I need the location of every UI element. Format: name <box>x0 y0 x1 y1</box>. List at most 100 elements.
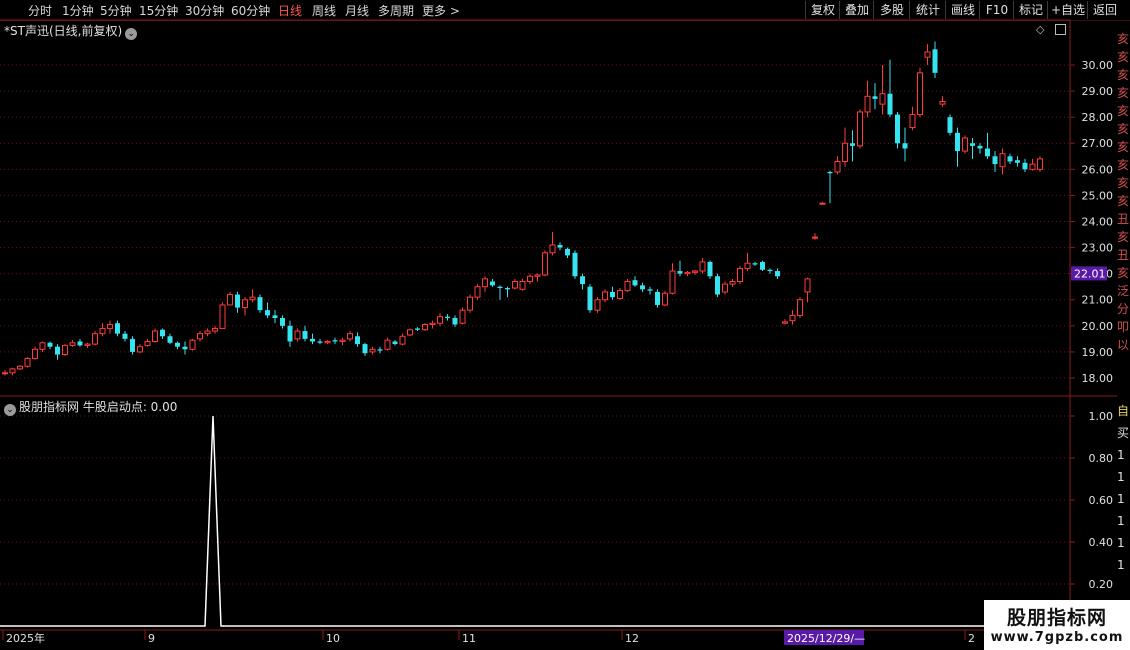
indicator-title: ⌄ 股朋指标网 牛股启动点: 0.00 <box>4 398 177 416</box>
candle-body <box>610 291 615 298</box>
candle-body <box>594 299 601 311</box>
price-tick-label: 28.00 <box>1082 111 1114 124</box>
right-value: 1 <box>1117 536 1125 550</box>
right-value: 自 <box>1117 404 1130 418</box>
indicator-tick-label: 0.80 <box>1089 452 1114 465</box>
candle-body <box>39 342 46 350</box>
candle-body <box>647 289 653 291</box>
candle-body <box>699 261 706 272</box>
candle-body <box>24 357 31 367</box>
candle-body <box>99 327 106 335</box>
candle-body <box>527 275 533 282</box>
price-tick-label: 20.00 <box>1082 320 1114 333</box>
candle-body <box>9 368 16 374</box>
price-tick-label: 23.00 <box>1082 242 1114 255</box>
candle-body <box>362 344 368 354</box>
candle-body <box>962 137 968 152</box>
candle-body <box>992 156 998 165</box>
candle-body <box>797 299 803 316</box>
candle-body <box>1037 158 1043 170</box>
candle-body <box>895 114 900 144</box>
candle-body <box>850 143 855 146</box>
candle-body <box>242 299 248 309</box>
date-highlight-label: 2025/12/29/— <box>787 632 865 645</box>
candle-body <box>789 314 796 322</box>
diamond-icon[interactable]: ◇ <box>1036 23 1044 36</box>
candle-body <box>512 280 518 289</box>
chevron-down-icon[interactable]: ⌄ <box>125 28 138 40</box>
candle-body <box>257 297 263 311</box>
candle-body <box>107 324 113 329</box>
candle-body <box>917 72 923 116</box>
candle-body <box>827 171 833 174</box>
right-side-panel: 亥亥亥亥亥亥亥亥亥亥丑亥丑亥泛分叩以 <box>1117 32 1130 352</box>
indicator-name-label: 股朋指标网 牛股启动点: 0.00 <box>19 400 178 414</box>
candle-body <box>1007 156 1013 162</box>
candle-body <box>744 262 751 269</box>
candle-body <box>924 51 931 58</box>
candle-body <box>617 290 623 299</box>
candle-body <box>970 143 975 146</box>
candle-body <box>47 342 53 347</box>
price-chart[interactable]: 30.00 29.00 28.00 27.00 26.00 25.00 24.00 23.00… <box>0 0 1130 650</box>
right-value: 1 <box>1117 514 1125 528</box>
candle-body <box>767 269 773 272</box>
candle-body <box>355 336 360 345</box>
candle-body <box>1022 162 1028 170</box>
main-chart-title: *ST声迅(日线,前复权) ⌄ <box>4 22 138 40</box>
candle-body <box>197 333 203 340</box>
candle-body <box>92 333 98 345</box>
candle-body <box>62 344 68 356</box>
price-tick-label: 26.00 <box>1082 163 1114 176</box>
right-value: 1 <box>1117 558 1125 572</box>
candle-body <box>519 280 526 290</box>
stock-name-label: *ST声迅(日线,前复权) <box>4 24 123 38</box>
candle-body <box>167 336 173 343</box>
indicator-line <box>0 415 1070 627</box>
chevron-down-icon[interactable]: ⌄ <box>4 404 16 416</box>
candle-body <box>872 96 878 99</box>
candle-body <box>474 286 481 298</box>
indicator-tick-label: 0.40 <box>1089 536 1114 549</box>
candle-body <box>437 316 443 324</box>
candle-body <box>760 261 765 270</box>
candle-body <box>902 143 908 149</box>
indicator-tick-label: 1.00 <box>1089 410 1114 423</box>
candle-body <box>189 339 196 350</box>
right-side-values: 自 买 1 1 1 1 1 1 <box>1117 400 1130 576</box>
indicator-tick-label: 0.20 <box>1089 578 1114 591</box>
date-tick-label: 2 <box>968 632 975 645</box>
candle-body <box>369 348 376 353</box>
candle-body <box>819 202 826 205</box>
candle-body <box>204 330 211 335</box>
candle-body <box>2 372 8 375</box>
candle-body <box>482 278 488 288</box>
price-highlight-label: 22.01 <box>1074 267 1106 280</box>
candle-body <box>684 271 691 275</box>
candle-body <box>580 276 585 285</box>
candle-body <box>152 330 158 342</box>
price-tick-label: 29.00 <box>1082 85 1114 98</box>
candle-body <box>887 93 893 115</box>
candle-body <box>235 294 240 308</box>
candle-body <box>452 318 458 325</box>
candle-body <box>490 281 495 286</box>
date-tick-label: 10 <box>326 632 340 645</box>
window-restore-icon[interactable] <box>1055 24 1066 35</box>
candle-body <box>909 114 916 129</box>
candle-body <box>265 310 270 316</box>
price-tick-label: 19.00 <box>1082 346 1114 359</box>
watermark-url: www.7gpzb.com <box>990 630 1124 645</box>
candle-body <box>144 340 151 346</box>
candle-body <box>392 341 398 345</box>
candle-body <box>332 340 338 342</box>
watermark-name: 股朋指标网 <box>1006 607 1107 629</box>
candle-body <box>677 271 683 274</box>
watermark: 股朋指标网 www.7gpzb.com <box>984 600 1130 650</box>
candle-body <box>534 274 541 277</box>
date-tick-label: 11 <box>462 632 476 645</box>
candle-body <box>32 348 38 359</box>
right-value: 1 <box>1117 448 1125 462</box>
candle-body <box>422 324 428 331</box>
candle-body <box>1029 163 1036 170</box>
